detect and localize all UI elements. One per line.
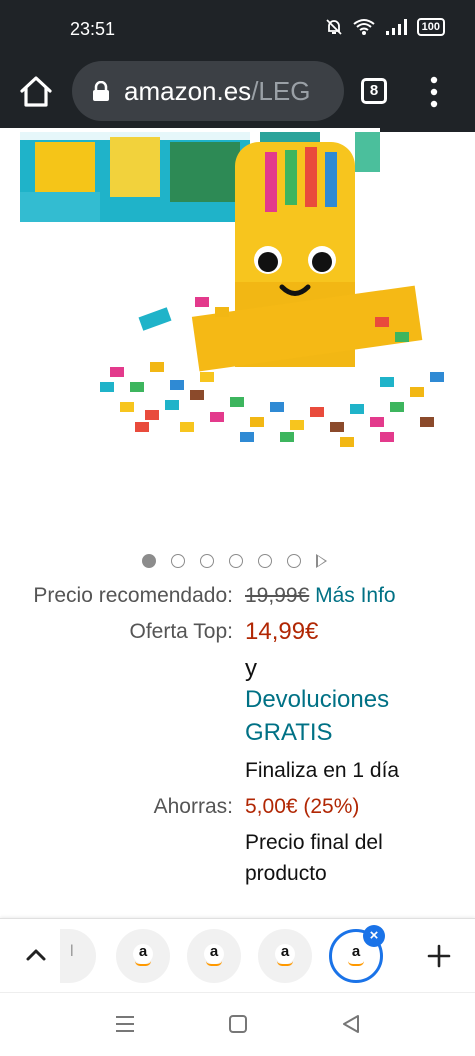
play-video-icon[interactable] <box>316 554 327 568</box>
carousel-dot[interactable] <box>200 554 214 568</box>
plus-icon[interactable] <box>427 944 451 968</box>
and-text: y <box>245 655 257 682</box>
tab-favicon: l <box>70 943 74 960</box>
offer-price-label: Oferta Top: <box>129 620 233 643</box>
recommended-price-value: 19,99€ <box>245 584 310 607</box>
final-price-note-line1: Precio final del <box>245 831 383 854</box>
lock-icon <box>93 81 109 101</box>
carousel-dot[interactable] <box>287 554 301 568</box>
free-returns-link-line2[interactable]: GRATIS <box>245 719 333 747</box>
tab-thumbnail[interactable]: l <box>60 929 96 983</box>
carousel-dot[interactable] <box>142 554 156 568</box>
product-image[interactable] <box>0 132 475 542</box>
carousel-indicator <box>142 554 327 568</box>
back-triangle-icon[interactable] <box>340 1013 362 1035</box>
tab-strip: l a a a a <box>0 918 475 992</box>
savings-label: Ahorras: <box>153 795 233 818</box>
offer-ends-text: Finaliza en 1 día <box>245 759 400 782</box>
savings-value: 5,00€ (25%) <box>245 795 360 818</box>
battery-icon: 100 <box>416 18 445 36</box>
home-square-icon[interactable] <box>227 1013 249 1035</box>
status-bar: 23:51 100 <box>0 0 475 60</box>
signal-icon <box>385 19 407 35</box>
home-icon[interactable] <box>18 74 54 110</box>
overflow-menu-icon[interactable] <box>424 76 444 108</box>
product-photo <box>0 132 475 542</box>
carousel-dot[interactable] <box>258 554 272 568</box>
wifi-icon <box>353 19 375 35</box>
close-icon[interactable]: × <box>363 925 385 947</box>
menu-icon[interactable] <box>114 1013 136 1035</box>
url-domain: amazon.es <box>124 76 252 106</box>
tab-thumbnail[interactable]: a <box>116 929 170 983</box>
carousel-dot[interactable] <box>171 554 185 568</box>
tab-thumbnail[interactable]: a <box>258 929 312 983</box>
url-bar[interactable]: amazon.es/LEG <box>72 61 344 121</box>
more-info-link[interactable]: Más Info <box>315 584 396 607</box>
free-returns-link-line1[interactable]: Devoluciones <box>245 686 389 714</box>
system-nav-bar <box>0 992 475 1056</box>
bell-off-icon <box>326 19 342 35</box>
tab-thumbnail[interactable]: a <box>187 929 241 983</box>
recommended-price-label: Precio recomendado: <box>33 584 233 607</box>
url-path: /LEG <box>251 76 311 106</box>
final-price-note-line2: producto <box>245 862 327 885</box>
url-text: amazon.es/LEG <box>124 76 310 107</box>
clock: 23:51 <box>70 19 116 39</box>
tab-switcher-button[interactable]: 8 <box>361 78 387 104</box>
carousel-dot[interactable] <box>229 554 243 568</box>
browser-toolbar: amazon.es/LEG 8 <box>0 60 475 130</box>
offer-price-value: 14,99€ <box>245 618 319 645</box>
chevron-up-icon[interactable] <box>25 947 47 963</box>
